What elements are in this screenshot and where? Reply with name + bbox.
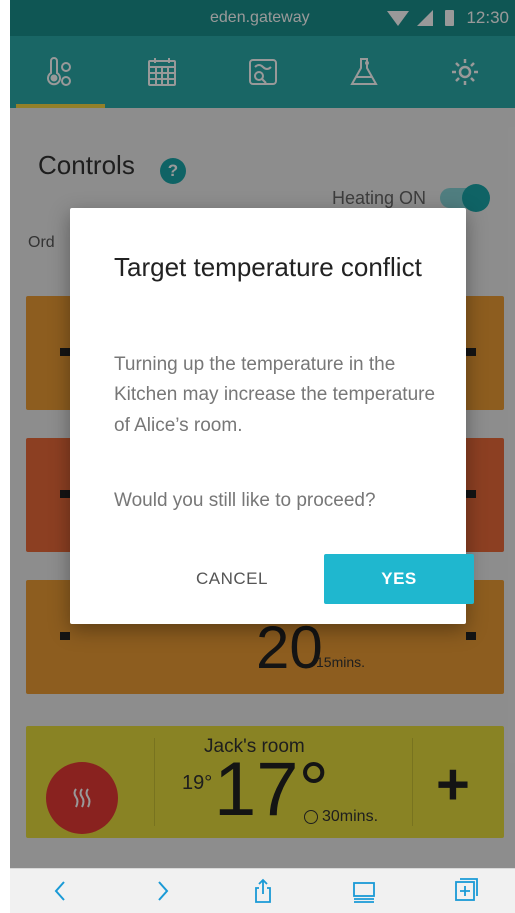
forward-button[interactable] xyxy=(111,869,212,913)
back-button[interactable] xyxy=(10,869,111,913)
new-tab-icon xyxy=(454,878,478,901)
app-frame: eden.gateway 12:30 Controls ? Heating ON… xyxy=(10,0,515,913)
yes-button[interactable]: YES xyxy=(324,554,474,604)
share-button[interactable] xyxy=(212,869,313,913)
tabs-icon xyxy=(352,882,375,903)
conflict-dialog: Target temperature conflict Turning up t… xyxy=(70,208,474,624)
screenshot-edge xyxy=(0,0,10,913)
back-icon xyxy=(54,881,65,901)
cancel-button[interactable]: CANCEL xyxy=(182,564,282,594)
forward-icon xyxy=(157,881,168,901)
new-tab-button[interactable] xyxy=(414,869,515,913)
dialog-question: Would you still like to proceed? xyxy=(114,490,376,511)
dialog-message: Turning up the temperature in the Kitche… xyxy=(114,354,436,436)
share-icon xyxy=(254,878,271,903)
dialog-title: Target temperature conflict xyxy=(114,252,422,282)
tabs-button[interactable] xyxy=(313,869,414,913)
browser-toolbar xyxy=(10,868,515,913)
